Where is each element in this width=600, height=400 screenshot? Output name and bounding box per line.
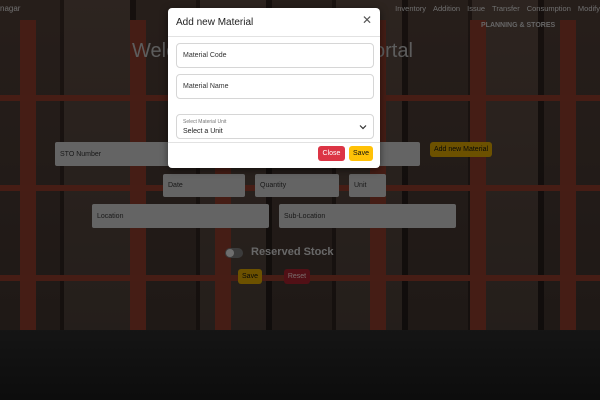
modal-close-button[interactable]: Close (318, 146, 345, 161)
material-unit-select[interactable]: Select Material Unit Select a Unit (176, 114, 374, 139)
material-name-input[interactable]: Material Name (176, 74, 374, 99)
modal-footer-divider (168, 142, 380, 143)
close-icon[interactable]: ✕ (362, 14, 372, 26)
modal-title: Add new Material (176, 17, 254, 28)
material-unit-select-value: Select a Unit (183, 128, 223, 135)
chevron-down-icon (359, 125, 367, 130)
material-code-input[interactable]: Material Code (176, 43, 374, 68)
modal-save-button[interactable]: Save (349, 146, 373, 161)
modal-header-divider (168, 36, 380, 37)
add-material-modal: Add new Material ✕ Material Code Materia… (168, 8, 380, 168)
material-unit-select-label: Select Material Unit (183, 119, 227, 125)
